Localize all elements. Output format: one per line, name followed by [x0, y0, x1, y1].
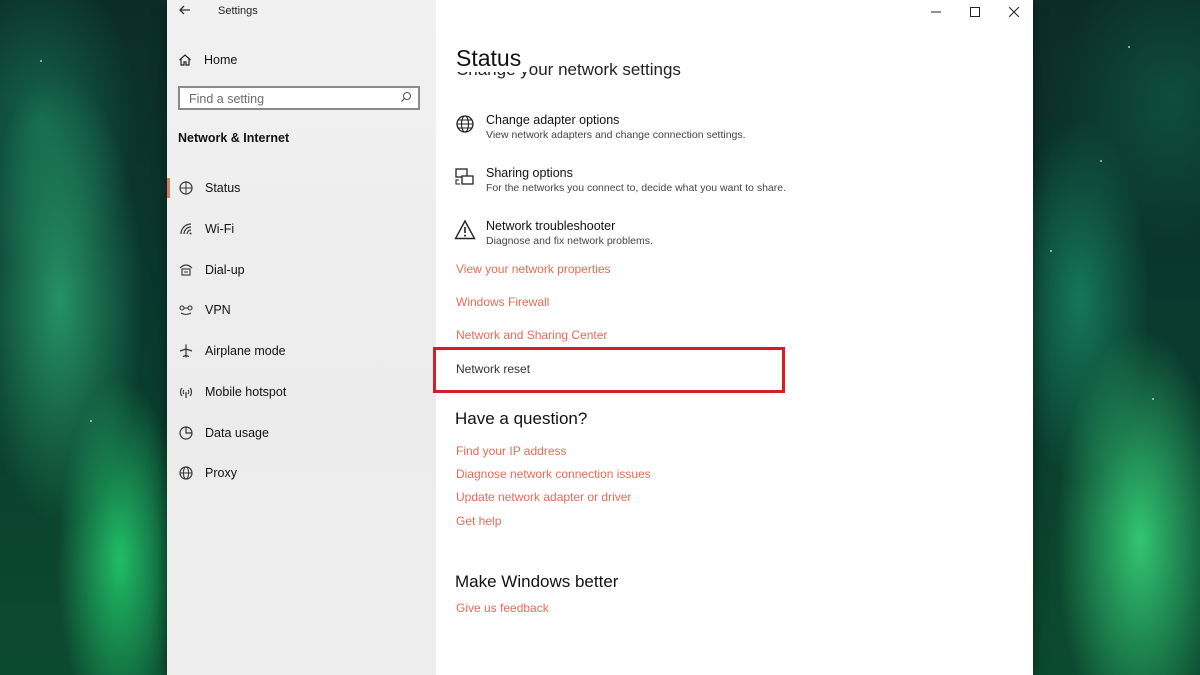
home-nav-item[interactable]: Home: [178, 51, 237, 69]
sidebar-item-label: Data usage: [205, 426, 269, 440]
star: [1100, 160, 1102, 162]
sidebar-item-label: Airplane mode: [205, 344, 286, 358]
app-title: Settings: [218, 5, 258, 17]
network-troubleshooter[interactable]: Network troubleshooter Diagnose and fix …: [454, 219, 1014, 255]
diagnose-connection-link[interactable]: Diagnose network connection issues: [456, 467, 651, 481]
sidebar-item-wifi[interactable]: Wi-Fi: [167, 217, 436, 241]
section-title: Network & Internet: [178, 131, 290, 145]
sharing-options[interactable]: Sharing options For the networks you con…: [454, 166, 1014, 202]
highlight-box: [433, 347, 785, 393]
active-indicator: [167, 178, 170, 198]
adapter-icon: [456, 115, 474, 133]
view-network-properties-link[interactable]: View your network properties: [456, 262, 611, 276]
sidebar-item-label: Status: [205, 181, 241, 195]
star: [40, 60, 42, 62]
airplane-icon: [179, 344, 193, 358]
sidebar-item-data-usage[interactable]: Data usage: [167, 421, 436, 445]
sidebar-item-vpn[interactable]: VPN: [167, 298, 436, 322]
star: [1152, 398, 1154, 400]
vpn-icon: [179, 305, 193, 316]
title-bar: Settings: [167, 0, 436, 24]
option-description: For the networks you connect to, decide …: [486, 182, 786, 194]
windows-firewall-link[interactable]: Windows Firewall: [456, 295, 549, 309]
find-ip-address-link[interactable]: Find your IP address: [456, 444, 567, 458]
sidebar: Settings Home Find a setting Network & I…: [167, 0, 436, 675]
settings-window: Settings Home Find a setting Network & I…: [167, 0, 1033, 675]
question-heading: Have a question?: [455, 409, 588, 428]
make-windows-better-heading: Make Windows better: [455, 572, 619, 591]
give-feedback-link[interactable]: Give us feedback: [456, 601, 549, 615]
change-adapter-options[interactable]: Change adapter options View network adap…: [454, 113, 1014, 149]
get-help-link[interactable]: Get help: [456, 514, 501, 528]
sidebar-item-label: Proxy: [205, 466, 237, 480]
search-input[interactable]: Find a setting: [178, 86, 420, 110]
sidebar-item-proxy[interactable]: Proxy: [167, 461, 436, 485]
hotspot-icon: [179, 387, 193, 398]
back-arrow-icon[interactable]: [178, 3, 192, 17]
star: [90, 420, 92, 422]
wifi-icon: [180, 223, 192, 235]
option-title: Change adapter options: [486, 113, 620, 127]
star: [1050, 250, 1052, 252]
sidebar-item-airplane-mode[interactable]: Airplane mode: [167, 339, 436, 363]
sidebar-item-label: Wi-Fi: [205, 222, 235, 236]
update-adapter-driver-link[interactable]: Update network adapter or driver: [456, 490, 631, 504]
sidebar-item-label: VPN: [205, 303, 231, 317]
sidebar-item-label: Mobile hotspot: [205, 385, 287, 399]
search-icon[interactable]: [400, 91, 412, 103]
option-title: Network troubleshooter: [486, 219, 616, 233]
option-description: View network adapters and change connect…: [486, 129, 746, 141]
status-icon: [179, 181, 193, 195]
search-placeholder: Find a setting: [189, 92, 265, 106]
page-title: Status: [456, 45, 530, 72]
data-usage-icon: [179, 426, 193, 440]
dialup-icon: [179, 264, 193, 276]
sharing-icon: [455, 168, 474, 185]
home-icon: [179, 54, 191, 66]
sidebar-item-status[interactable]: Status: [167, 176, 436, 200]
network-sharing-center-link[interactable]: Network and Sharing Center: [456, 328, 607, 342]
warning-icon: [454, 219, 476, 240]
option-title: Sharing options: [486, 166, 573, 180]
star: [1128, 46, 1130, 48]
globe-icon: [179, 466, 193, 480]
sidebar-item-label: Dial-up: [205, 263, 245, 277]
option-description: Diagnose and fix network problems.: [486, 235, 653, 247]
sidebar-item-dialup[interactable]: Dial-up: [167, 258, 436, 282]
home-label: Home: [204, 53, 238, 67]
main-content: Status Change your network settings Chan…: [436, 0, 1033, 675]
sidebar-item-mobile-hotspot[interactable]: Mobile hotspot: [167, 380, 436, 404]
